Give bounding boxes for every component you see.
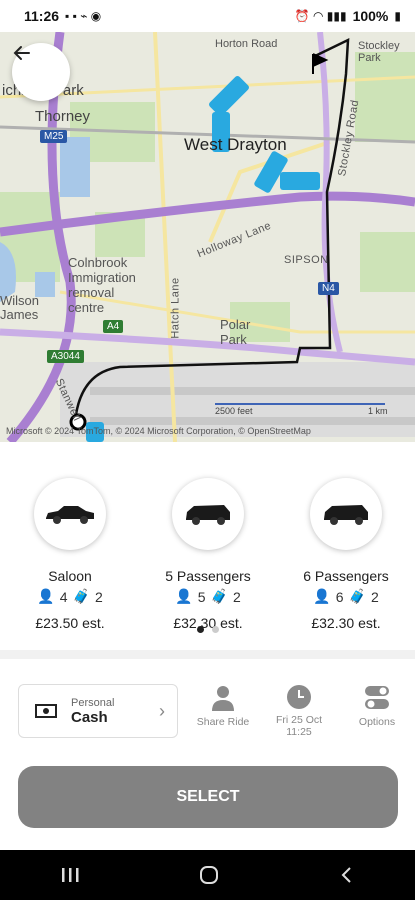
payment-method: Cash xyxy=(71,708,108,726)
payment-type: Personal xyxy=(71,696,115,709)
luggage-count: 2 xyxy=(370,588,379,605)
person-icon: 👤 xyxy=(37,588,55,604)
toggle-options-icon xyxy=(365,686,389,709)
pickup-time: 11:25 xyxy=(286,726,312,738)
map-label-thorney: Thorney xyxy=(35,108,91,125)
carousel-dot[interactable] xyxy=(211,626,219,633)
vehicle-avatar xyxy=(172,478,244,550)
road-badge-a4: A4 xyxy=(103,320,124,333)
map-label-polar-park: Polar Park xyxy=(220,317,251,347)
person-icon xyxy=(212,686,234,711)
pickup-time-option[interactable]: Fri 25 Oct 11:25 xyxy=(259,684,339,738)
options-button[interactable]: Options xyxy=(337,684,415,728)
select-button[interactable]: SELECT xyxy=(18,766,398,828)
carousel-dot-active[interactable] xyxy=(196,626,204,633)
passenger-count: 5 xyxy=(197,588,206,605)
map-label-stockley-park: Stockley Park xyxy=(358,40,400,65)
pickup-date: Fri 25 Oct xyxy=(275,714,323,726)
vehicle-option-saloon[interactable]: Saloon 👤 4 🧳 2 £23.50 est. xyxy=(0,478,140,631)
vehicle-name: 6 Passengers xyxy=(303,568,389,584)
battery-level: 100% xyxy=(352,8,389,24)
back-button[interactable] xyxy=(12,43,70,101)
map-label-colnbrook: Colnbrook Immigration removal centre xyxy=(68,255,136,315)
system-nav-bar xyxy=(0,850,415,900)
vehicle-name: Saloon xyxy=(48,568,92,584)
vehicle-option-5-passengers[interactable]: 5 Passengers 👤 5 🧳 2 £32.30 est. xyxy=(138,478,278,631)
recent-apps-icon[interactable] xyxy=(60,866,80,884)
passenger-count: 6 xyxy=(335,588,344,605)
road-badge-m25: M25 xyxy=(40,130,68,143)
mpv-car-icon xyxy=(324,505,368,525)
map-label-horton-road: Horton Road xyxy=(215,38,278,50)
vehicle-name: 5 Passengers xyxy=(165,568,251,584)
luggage-icon: 🧳 xyxy=(210,588,228,604)
vehicle-options: Saloon 👤 4 🧳 2 £23.50 est. 5 Passengers … xyxy=(0,452,415,647)
scale-feet: 2500 feet xyxy=(215,406,253,416)
cash-icon xyxy=(35,704,57,718)
status-time: 11:26 xyxy=(24,8,60,24)
battery-icon: ▮ xyxy=(394,9,401,23)
carousel-dots xyxy=(0,626,415,633)
clock-icon xyxy=(287,685,311,709)
back-nav-icon[interactable] xyxy=(338,866,356,884)
map-attribution: Microsoft © 2024 TomTom, © 2024 Microsof… xyxy=(6,426,311,436)
section-divider xyxy=(0,650,415,659)
vehicle-capacity: 👤 4 🧳 2 xyxy=(0,588,140,605)
mpv-car-icon xyxy=(186,505,230,525)
luggage-count: 2 xyxy=(232,588,241,605)
vehicle-option-6-passengers[interactable]: 6 Passengers 👤 6 🧳 2 £32.30 est. xyxy=(276,478,415,631)
route-map[interactable]: Horton Road Stockley Park ichings Park T… xyxy=(0,32,415,442)
passenger-count: 4 xyxy=(59,588,68,605)
options-label: Options xyxy=(358,716,396,728)
vehicle-avatar xyxy=(34,478,106,550)
vehicle-capacity: 👤 5 🧳 2 xyxy=(138,588,278,605)
map-label-wilson: Wilson James xyxy=(0,293,40,323)
map-label-hatch-lane: Hatch Lane xyxy=(169,277,182,339)
vehicle-capacity: 👤 6 🧳 2 xyxy=(276,588,415,605)
saloon-car-icon xyxy=(46,506,94,524)
luggage-icon: 🧳 xyxy=(348,588,366,604)
person-icon: 👤 xyxy=(175,588,193,604)
arrow-left-icon xyxy=(13,46,30,60)
road-badge-n4: N4 xyxy=(318,282,339,295)
scale-km: 1 km xyxy=(368,406,388,416)
luggage-icon: 🧳 xyxy=(72,588,90,604)
payment-method-selector[interactable]: Personal Cash › xyxy=(18,684,178,738)
notification-icons: ▪ ▪ ⌁ ◉ xyxy=(65,9,102,23)
signal-icons: ⏰ ◠ ▮▮▮ xyxy=(294,9,347,23)
person-icon: 👤 xyxy=(313,588,331,604)
road-badge-a3044: A3044 xyxy=(47,350,84,363)
map-label-west-drayton: West Drayton xyxy=(184,135,287,154)
share-ride-label: Share Ride xyxy=(196,716,250,728)
status-bar: 11:26 ▪ ▪ ⌁ ◉ ⏰ ◠ ▮▮▮ 100% ▮ xyxy=(0,0,415,32)
vehicle-avatar xyxy=(310,478,382,550)
share-ride-option[interactable]: Share Ride xyxy=(183,684,263,728)
map-label-sipson: SIPSON xyxy=(284,254,329,266)
chevron-right-icon: › xyxy=(159,700,165,721)
luggage-count: 2 xyxy=(94,588,103,605)
home-icon[interactable] xyxy=(199,865,219,885)
